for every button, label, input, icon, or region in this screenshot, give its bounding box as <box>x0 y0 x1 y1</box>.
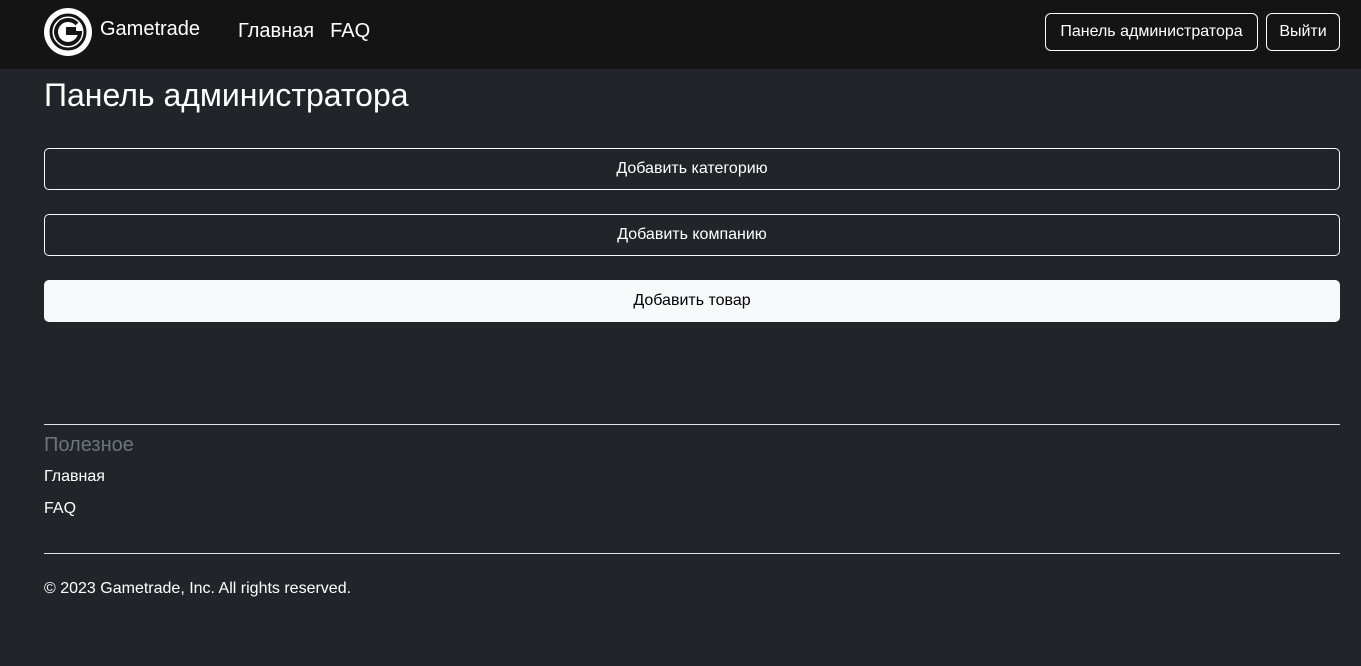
nav-link-home[interactable]: Главная <box>238 20 314 43</box>
footer-link-home[interactable]: Главная <box>44 468 105 486</box>
main-nav: Главная FAQ <box>238 20 370 43</box>
navbar: Gametrade Главная FAQ Панель администрат… <box>0 0 1361 69</box>
logout-button[interactable]: Выйти <box>1266 13 1340 51</box>
footer-divider-bottom <box>44 553 1340 554</box>
page-title: Панель администратора <box>44 77 409 113</box>
add-product-button[interactable]: Добавить товар <box>44 280 1340 322</box>
copyright-text: © 2023 Gametrade, Inc. All rights reserv… <box>44 580 352 597</box>
add-company-button[interactable]: Добавить компанию <box>44 214 1340 256</box>
brand-link[interactable]: Gametrade <box>44 8 200 56</box>
admin-panel-button[interactable]: Панель администратора <box>1045 13 1258 51</box>
brand-name: Gametrade <box>100 17 201 40</box>
footer-heading: Полезное <box>44 434 134 456</box>
footer-link-faq[interactable]: FAQ <box>44 500 76 518</box>
footer-divider-top <box>44 424 1340 425</box>
add-category-button[interactable]: Добавить категорию <box>44 148 1340 190</box>
nav-link-faq[interactable]: FAQ <box>330 20 370 43</box>
gametrade-logo-icon <box>44 8 92 56</box>
